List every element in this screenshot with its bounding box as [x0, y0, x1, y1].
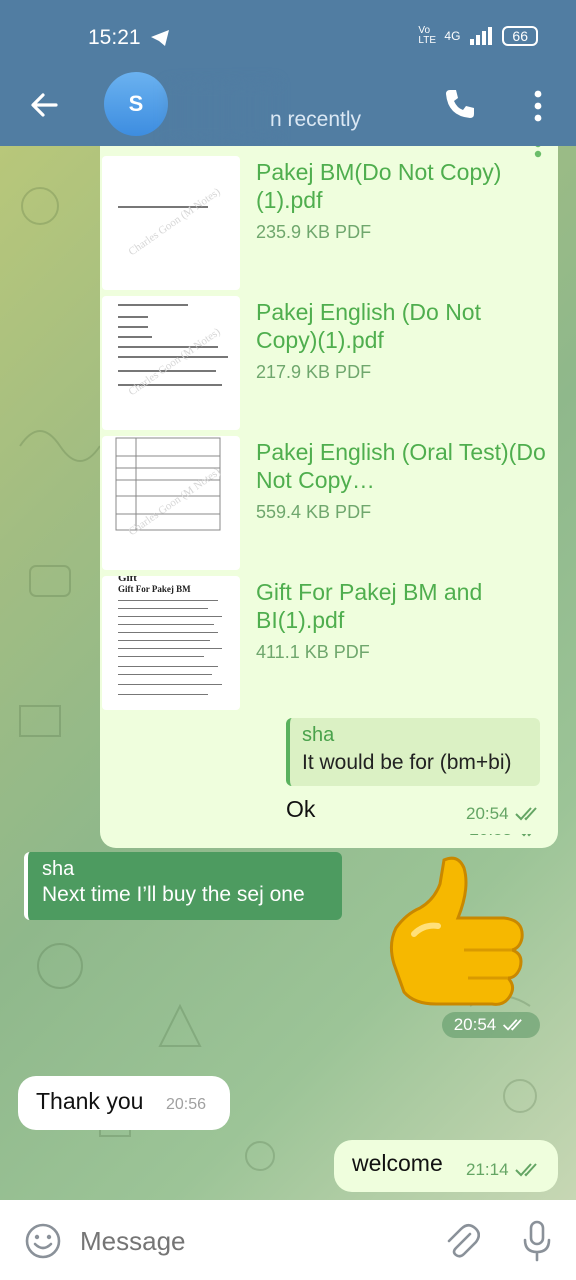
emoji-icon[interactable] [24, 1222, 62, 1260]
outgoing-message: sha It would be for (bm+bi) Ok 20:54 [268, 704, 558, 834]
avatar[interactable]: S [104, 72, 168, 136]
document-item[interactable]: Charles Goon (M Notes) Pakej BM(Do Not C… [100, 156, 558, 296]
message-time: 20:56 [166, 1096, 207, 1113]
document-size: 235.9 KB PDF [256, 222, 372, 242]
last-seen-status: n recently [270, 108, 362, 131]
back-arrow-icon[interactable] [26, 86, 64, 124]
attach-icon[interactable] [444, 1222, 480, 1260]
document-name: Pakej English (Do Not Copy)(1).pdf [256, 299, 481, 353]
thumb-watermark: Charles Goon (M Notes) [126, 185, 223, 259]
thumb-heading: Gift [118, 576, 137, 584]
double-check-icon [514, 807, 537, 821]
reply-author: sha [302, 724, 335, 746]
network-label: 4G [444, 29, 461, 43]
message-input[interactable] [80, 1222, 420, 1260]
message-text: welcome [352, 1150, 443, 1176]
message-time: 21:14 [466, 1160, 509, 1179]
thumbs-up-sticker[interactable] [384, 854, 534, 1010]
double-check-icon [514, 1163, 537, 1177]
document-thumbnail[interactable]: Charles Goon (M Notes) [102, 296, 240, 430]
double-check-icon [503, 1019, 523, 1031]
message-text: Ok [286, 796, 316, 822]
document-name: Gift For Pakej BM and BI(1).pdf [256, 579, 483, 633]
chat-header: S n recently [0, 72, 576, 146]
document-item[interactable]: Gift Gift For Pakej BM Gift For Pakej BM… [100, 576, 558, 716]
telegram-send-icon [151, 30, 169, 46]
document-name: Pakej English (Oral Test)(Do Not Copy… [256, 439, 546, 493]
message-composer [0, 1200, 576, 1280]
call-icon[interactable] [442, 86, 478, 122]
more-options-icon[interactable] [530, 86, 546, 126]
status-time: 15:21 [88, 26, 141, 49]
message-time: 20:54 [466, 804, 509, 823]
incoming-message: Thank you 20:56 [18, 1076, 230, 1130]
contact-name-blurred[interactable] [166, 82, 276, 142]
outgoing-message: welcome 21:14 [334, 1140, 558, 1192]
document-thumbnail[interactable]: Charles Goon (M Notes) [102, 156, 240, 290]
quote-author: sha [42, 858, 75, 880]
chat-area[interactable]: Charles Goon (M Notes) Pakej BM(Do Not C… [0, 146, 576, 1200]
document-thumbnail[interactable]: Gift Gift For Pakej BM [102, 576, 240, 710]
system-indicators: Vo LTE 4G 66 [418, 26, 538, 46]
document-item[interactable]: Charles Goon (M Notes) Pakej English (Or… [100, 436, 558, 576]
microphone-icon[interactable] [522, 1220, 552, 1262]
volte-label: Vo LTE [418, 25, 437, 46]
quote-text: Next time I’ll buy the sej one [42, 883, 305, 906]
message-time: 20:54 [453, 1015, 497, 1034]
message-meta: 21:14 [466, 1160, 543, 1180]
sticker-meta: 20:54 [442, 1012, 540, 1038]
avatar-letter: S [128, 91, 144, 116]
reply-quote[interactable]: sha It would be for (bm+bi) [286, 718, 540, 786]
thumb-title: Gift For Pakej BM [118, 584, 191, 594]
status-bar: 15:21 Vo LTE 4G 66 [0, 0, 576, 72]
document-name: Pakej BM(Do Not Copy)(1).pdf [256, 159, 502, 213]
document-size: 559.4 KB PDF [256, 502, 372, 522]
document-size: 217.9 KB PDF [256, 362, 372, 382]
document-size: 411.1 KB PDF [256, 642, 370, 662]
message-meta: 20:54 [466, 804, 543, 824]
battery-indicator: 66 [502, 26, 538, 46]
message-text: Thank you [36, 1088, 144, 1114]
document-item[interactable]: Charles Goon (M Notes) Pakej English (Do… [100, 296, 558, 436]
signal-icon [470, 27, 493, 45]
document-thumbnail[interactable]: Charles Goon (M Notes) [102, 436, 240, 570]
reply-text: It would be for (bm+bi) [302, 751, 512, 774]
incoming-quote-message: sha Next time I’ll buy the sej one [24, 852, 342, 920]
